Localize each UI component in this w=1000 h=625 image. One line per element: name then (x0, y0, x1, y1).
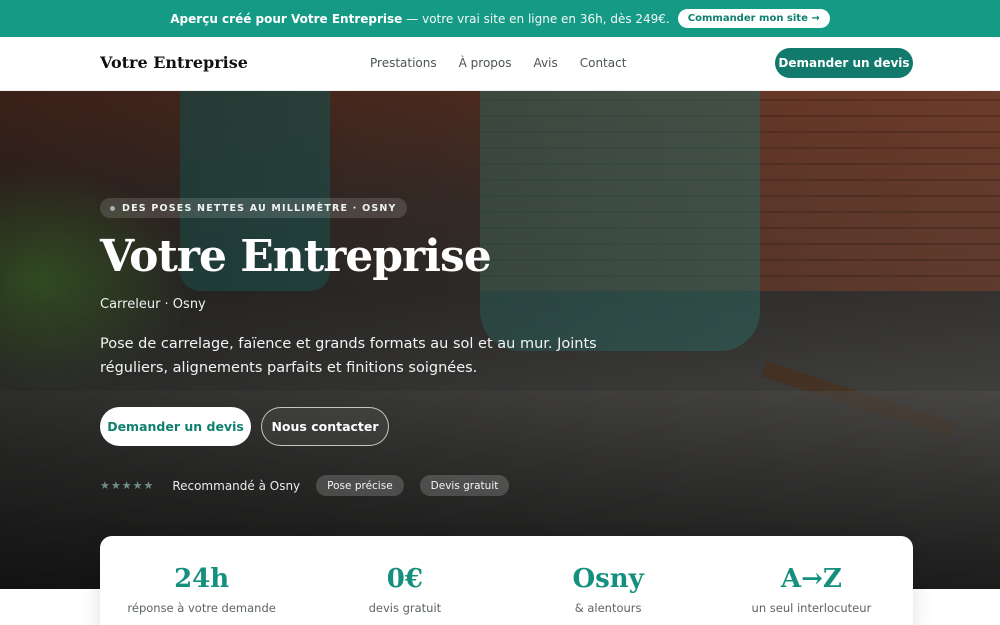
hero-description: Pose de carrelage, faïence et grands for… (100, 336, 597, 376)
stats-card: 24h réponse à votre demande 0€ devis gra… (100, 536, 913, 625)
nav-item-contact[interactable]: Contact (580, 56, 627, 70)
nav-item-prestations[interactable]: Prestations (370, 56, 437, 70)
hero-title: Votre Entreprise (100, 231, 492, 282)
stat-label: un seul interlocuteur (751, 601, 872, 615)
hero-eyebrow-badge: DES POSES NETTES AU MILLIMÈTRE · OSNY (100, 198, 407, 218)
chip-pose-precise: Pose précise (316, 475, 404, 496)
stat-value: Osny (572, 564, 644, 594)
trust-row: ★★★★★ Recommandé à Osny Pose précise Dev… (100, 475, 525, 496)
trust-text: Recommandé à Osny (172, 478, 301, 493)
hero-section: DES POSES NETTES AU MILLIMÈTRE · OSNY Vo… (0, 91, 1000, 589)
promo-banner: Aperçu créé pour Votre Entreprise — votr… (0, 0, 1000, 37)
stat-value: 24h (174, 564, 230, 594)
nav-item-avis[interactable]: Avis (534, 56, 558, 70)
rating-stars-icon: ★★★★★ (100, 479, 155, 492)
stat-value: 0€ (386, 564, 423, 594)
hero-contact-button[interactable]: Nous contacter (261, 407, 389, 446)
hero-subtitle: Carreleur · Osny (100, 297, 206, 312)
promo-text: — votre vrai site en ligne en 36h, dès 2… (406, 11, 670, 26)
stat-label: devis gratuit (368, 601, 442, 615)
stat-label: réponse à votre demande (127, 601, 276, 615)
brand-logo[interactable]: Votre Entreprise (100, 53, 248, 72)
eyebrow-text: DES POSES NETTES AU MILLIMÈTRE · OSNY (122, 202, 397, 214)
stat-value: A→Z (780, 564, 842, 594)
order-site-button[interactable]: Commander mon site → (677, 9, 830, 28)
stat-item: 24h réponse à votre demande (100, 536, 303, 625)
site-header: Votre Entreprise Prestations À propos Av… (0, 37, 1000, 91)
stat-item: Osny & alentours (507, 536, 710, 625)
stat-item: A→Z un seul interlocuteur (710, 536, 913, 625)
chip-devis-gratuit: Devis gratuit (419, 475, 510, 496)
promo-strong-text: Aperçu créé pour Votre Entreprise (170, 11, 403, 26)
stat-item: 0€ devis gratuit (303, 536, 506, 625)
hero-quote-button[interactable]: Demander un devis (100, 407, 251, 446)
eyebrow-dot-icon (110, 205, 115, 211)
stat-label: & alentours (574, 601, 642, 615)
header-quote-button[interactable]: Demander un devis (775, 48, 913, 78)
main-nav: Prestations À propos Avis Contact (370, 56, 626, 70)
nav-item-a-propos[interactable]: À propos (459, 56, 512, 70)
